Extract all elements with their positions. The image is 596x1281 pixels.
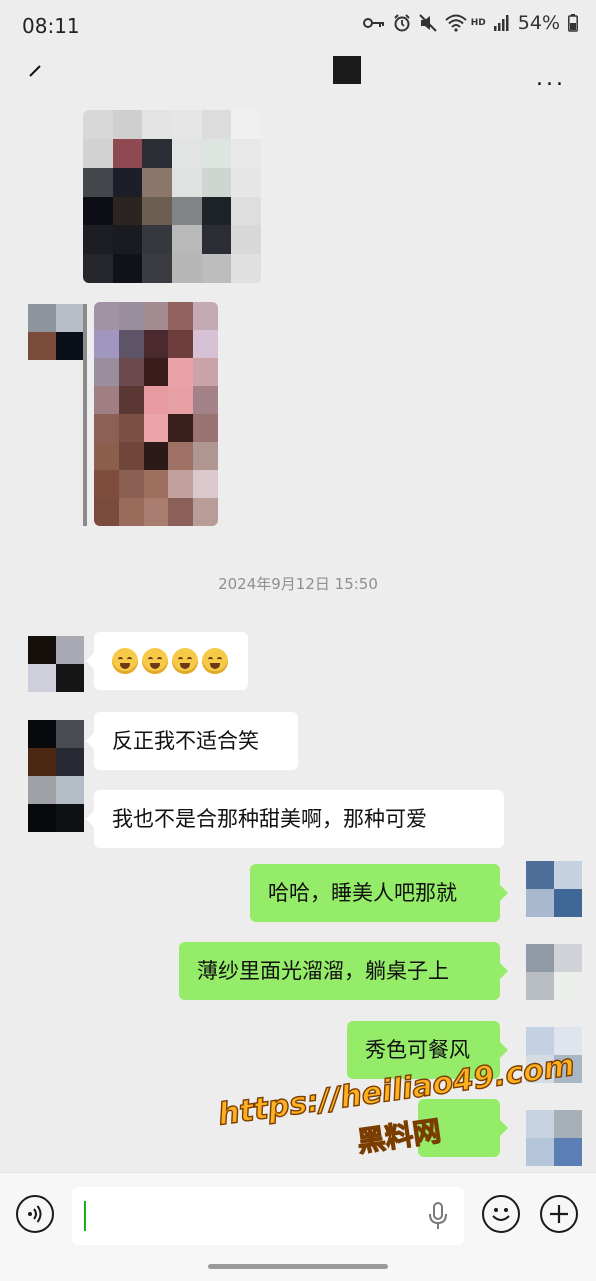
my-avatar[interactable]	[526, 944, 582, 1000]
message-text: 薄纱里面光溜溜，躺桌子上	[197, 959, 449, 983]
holding-back-tears-emoji	[202, 648, 228, 674]
avatar[interactable]	[28, 304, 84, 360]
message-text: 反正我不适合笑	[112, 729, 259, 753]
plus-button[interactable]	[540, 1195, 578, 1233]
message-text: 秀色可餐风	[365, 1038, 470, 1062]
avatar[interactable]	[28, 720, 84, 776]
voice-icon	[28, 1205, 42, 1223]
status-bar: 08:11 HD 54%	[0, 0, 596, 54]
emoji-icon	[492, 1208, 510, 1221]
watermark-name: 黑料网	[355, 1114, 444, 1160]
my-avatar[interactable]	[526, 861, 582, 917]
battery-icon	[568, 14, 578, 32]
status-time: 08:11	[22, 14, 80, 38]
image-message[interactable]	[83, 110, 261, 283]
message-text: 我也不是合那种甜美啊，那种可爱	[112, 807, 427, 831]
rofl-emoji	[112, 648, 138, 674]
wifi-icon	[445, 14, 467, 32]
more-options-button[interactable]: ...	[536, 66, 566, 91]
emoji-button[interactable]	[482, 1195, 520, 1233]
chat-title-redacted	[333, 56, 361, 84]
network-type: HD	[470, 18, 486, 28]
chat-title-bar: ...	[0, 54, 596, 94]
home-indicator[interactable]	[208, 1264, 388, 1269]
holding-back-tears-emoji	[172, 648, 198, 674]
message-bubble-incoming[interactable]	[86, 632, 248, 690]
alarm-icon	[394, 14, 410, 32]
plus-icon	[550, 1205, 568, 1223]
battery-percent: 54%	[517, 12, 560, 34]
voice-button[interactable]	[16, 1195, 54, 1233]
mute-icon	[419, 14, 437, 32]
key-icon	[362, 18, 384, 28]
message-input[interactable]	[72, 1187, 464, 1245]
message-text: 哈哈，睡美人吧那就	[268, 881, 457, 905]
text-caret	[84, 1201, 86, 1231]
microphone-icon[interactable]	[428, 1201, 448, 1231]
avatar[interactable]	[28, 636, 84, 692]
message-timestamp: 2024年9月12日 15:50	[218, 575, 378, 593]
message-bubble-outgoing[interactable]: 哈哈，睡美人吧那就	[250, 864, 508, 922]
rofl-emoji	[142, 648, 168, 674]
mosaic-strip	[83, 304, 87, 526]
back-icon[interactable]	[28, 64, 42, 78]
signal-icon	[493, 15, 509, 31]
avatar[interactable]	[28, 776, 84, 832]
message-bubble-outgoing[interactable]: 薄纱里面光溜溜，躺桌子上	[179, 942, 508, 1000]
image-message[interactable]	[94, 302, 218, 526]
message-bubble-incoming[interactable]: 我也不是合那种甜美啊，那种可爱	[86, 790, 504, 848]
message-bubble-incoming[interactable]: 反正我不适合笑	[86, 712, 298, 770]
emoji-list	[112, 632, 230, 690]
